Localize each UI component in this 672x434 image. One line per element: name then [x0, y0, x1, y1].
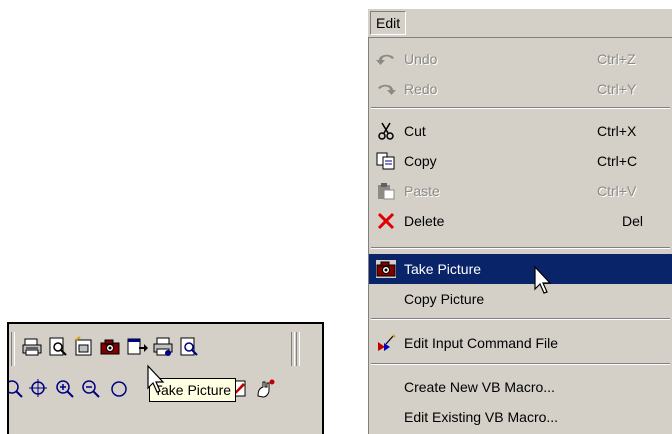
menu-separator [371, 107, 670, 109]
redo-icon [376, 80, 396, 98]
menu-separator [371, 318, 670, 320]
print-setup-icon[interactable] [152, 336, 174, 358]
zoom-window-all-icon[interactable] [28, 378, 50, 400]
mouse-cursor-icon [146, 364, 168, 394]
zoom-in-icon[interactable] [54, 378, 76, 400]
menu-item-copy-picture[interactable]: Copy Picture [369, 284, 672, 314]
menu-item-cut[interactable]: Cut Ctrl+X [369, 116, 672, 146]
toolbar-separator [11, 332, 15, 366]
page-setup-icon[interactable] [73, 336, 95, 358]
menu-item-undo[interactable]: Undo Ctrl+Z [369, 44, 672, 74]
menu-item-copy[interactable]: Copy Ctrl+C [369, 146, 672, 176]
zoom-fit-icon[interactable] [9, 378, 25, 400]
menu-separator [371, 363, 670, 365]
edit-menu-dropdown: Undo Ctrl+Z Redo Ctrl+Y Cut Ctrl+X Copy … [368, 38, 672, 434]
delete-x-icon [376, 212, 396, 230]
undo-icon [376, 50, 396, 68]
take-picture-icon[interactable] [99, 336, 121, 358]
export-icon[interactable] [126, 336, 148, 358]
toolbar-separator [296, 332, 300, 366]
camera-icon [376, 260, 396, 278]
copy-icon [376, 152, 396, 170]
mouse-cursor-icon [533, 265, 555, 295]
menu-item-delete[interactable]: Delete Del [369, 206, 672, 236]
print-icon[interactable] [21, 336, 43, 358]
pan-icon[interactable] [254, 378, 276, 400]
zoom-window-icon[interactable] [107, 378, 129, 400]
edit-command-file-icon [376, 334, 396, 352]
menu-separator [371, 247, 670, 249]
zoom-out-icon[interactable] [80, 378, 102, 400]
menu-item-edit-vb-macro[interactable]: Edit Existing VB Macro... [369, 402, 672, 432]
print-preview-2-icon[interactable] [178, 336, 200, 358]
menu-edit[interactable]: Edit [370, 11, 407, 35]
menu-bar: Edit [368, 9, 672, 38]
toolbar-separator [291, 332, 295, 366]
menu-item-take-picture[interactable]: Take Picture [369, 254, 672, 284]
menu-item-redo[interactable]: Redo Ctrl+Y [369, 74, 672, 104]
print-preview-icon[interactable] [47, 336, 69, 358]
menu-item-create-vb-macro[interactable]: Create New VB Macro... [369, 372, 672, 402]
menu-item-paste[interactable]: Paste Ctrl+V [369, 176, 672, 206]
toolbar-panel: Take Picture [7, 322, 324, 434]
scissors-icon [376, 122, 396, 140]
paste-icon [376, 182, 396, 200]
menu-item-edit-input-command-file[interactable]: Edit Input Command File [369, 328, 672, 358]
